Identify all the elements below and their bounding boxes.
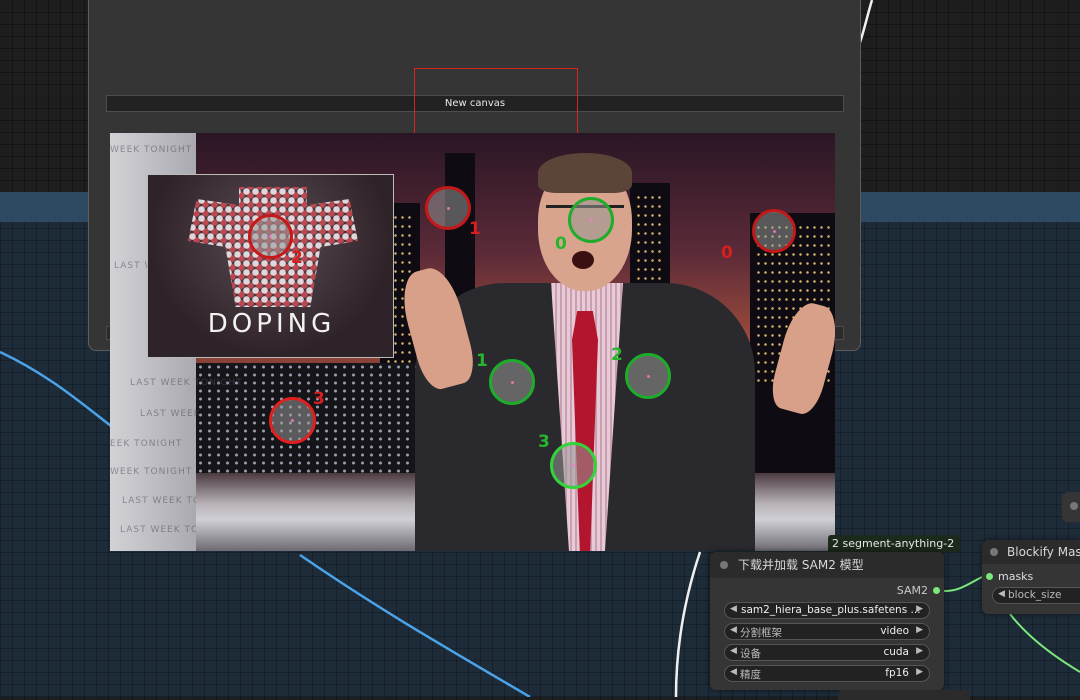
- device-label: 设备: [740, 648, 761, 660]
- block-size-label: block_size: [1008, 589, 1062, 601]
- stage-text: LAST WEEK: [140, 409, 201, 419]
- negative-point[interactable]: [752, 209, 796, 253]
- offscreen-node[interactable]: [1062, 492, 1080, 522]
- node-title[interactable]: 下载并加载 SAM2 模型: [710, 552, 944, 578]
- positive-point-label: 2: [611, 345, 623, 365]
- negative-point-label: 2: [291, 248, 303, 268]
- positive-point-label: 1: [476, 351, 488, 371]
- arrow-right-icon[interactable]: ▶: [916, 625, 923, 635]
- link-green-sam2: [943, 576, 983, 592]
- arrow-right-icon[interactable]: ▶: [916, 667, 923, 677]
- collapse-dot-icon[interactable]: [990, 548, 998, 556]
- positive-point[interactable]: [568, 197, 614, 243]
- doping-text: DOPING: [207, 309, 336, 339]
- block-size-field[interactable]: ◀ block_size: [992, 587, 1080, 604]
- sam2-loader-node[interactable]: 下载并加载 SAM2 模型 SAM2 ◀ sam2_hiera_base_plu…: [710, 552, 944, 690]
- collapse-dot-icon[interactable]: [1070, 502, 1078, 510]
- positive-point[interactable]: [625, 353, 671, 399]
- precision-value: fp16: [885, 667, 909, 679]
- negative-point[interactable]: [425, 186, 471, 230]
- segmentor-select[interactable]: ◀ 分割框架 video ▶: [724, 623, 930, 640]
- model-value: sam2_hiera_base_plus.safetens ...: [741, 604, 921, 616]
- precision-select[interactable]: ◀ 精度 fp16 ▶: [724, 665, 930, 682]
- link-blue-bottom: [299, 553, 531, 697]
- input-label: masks: [998, 570, 1034, 583]
- arrow-right-icon[interactable]: ▶: [916, 604, 923, 614]
- segmentor-value: video: [880, 625, 909, 637]
- presenter-hair: [538, 153, 632, 193]
- output-label: SAM2: [896, 584, 928, 597]
- arrow-left-icon[interactable]: ◀: [730, 604, 737, 614]
- model-select[interactable]: ◀ sam2_hiera_base_plus.safetens ... ▶: [724, 602, 930, 619]
- node-title-text: 下载并加载 SAM2 模型: [738, 558, 864, 572]
- positive-point[interactable]: [489, 359, 535, 405]
- stage-text: EEK TONIGHT: [110, 439, 183, 449]
- positive-point-label: 3: [538, 432, 550, 452]
- presenter-mouth: [572, 251, 594, 269]
- doping-graphic: DOPING: [147, 174, 394, 358]
- node-group-tag: 2 segment-anything-2: [828, 535, 961, 552]
- device-value: cuda: [883, 646, 909, 658]
- precision-label: 精度: [740, 669, 761, 681]
- negative-point[interactable]: [248, 214, 293, 259]
- arrow-left-icon[interactable]: ◀: [730, 625, 737, 635]
- offscreen-node-bottom[interactable]: [838, 690, 970, 700]
- device-select[interactable]: ◀ 设备 cuda ▶: [724, 644, 930, 661]
- positive-point[interactable]: [550, 442, 597, 489]
- positive-point-label: 0: [555, 234, 567, 254]
- arrow-left-icon[interactable]: ◀: [998, 589, 1005, 599]
- input-socket-icon[interactable]: [986, 573, 993, 580]
- collapse-dot-icon[interactable]: [720, 561, 728, 569]
- stage-text: WEEK TONIGHT: [110, 145, 193, 155]
- arrow-left-icon[interactable]: ◀: [730, 646, 737, 656]
- arrow-left-icon[interactable]: ◀: [730, 667, 737, 677]
- node-title[interactable]: Blockify Mask: [982, 540, 1080, 564]
- arrow-right-icon[interactable]: ▶: [916, 646, 923, 656]
- stage-text: WEEK TONIGHT: [110, 467, 193, 477]
- negative-point[interactable]: [269, 397, 316, 444]
- stage-text: LAST WEEK TONIGHT: [130, 378, 243, 388]
- blockify-mask-node[interactable]: Blockify Mask masks ◀ block_size: [982, 540, 1080, 614]
- node-title-text: Blockify Mask: [1007, 545, 1080, 559]
- segmentor-label: 分割框架: [740, 627, 782, 639]
- link-white-bottom: [674, 551, 702, 697]
- negative-point-label: 0: [721, 243, 733, 263]
- negative-point-label: 3: [313, 389, 325, 409]
- negative-point-label: 1: [469, 219, 481, 239]
- output-socket-icon[interactable]: [933, 587, 940, 594]
- link-green-right: [1009, 613, 1080, 673]
